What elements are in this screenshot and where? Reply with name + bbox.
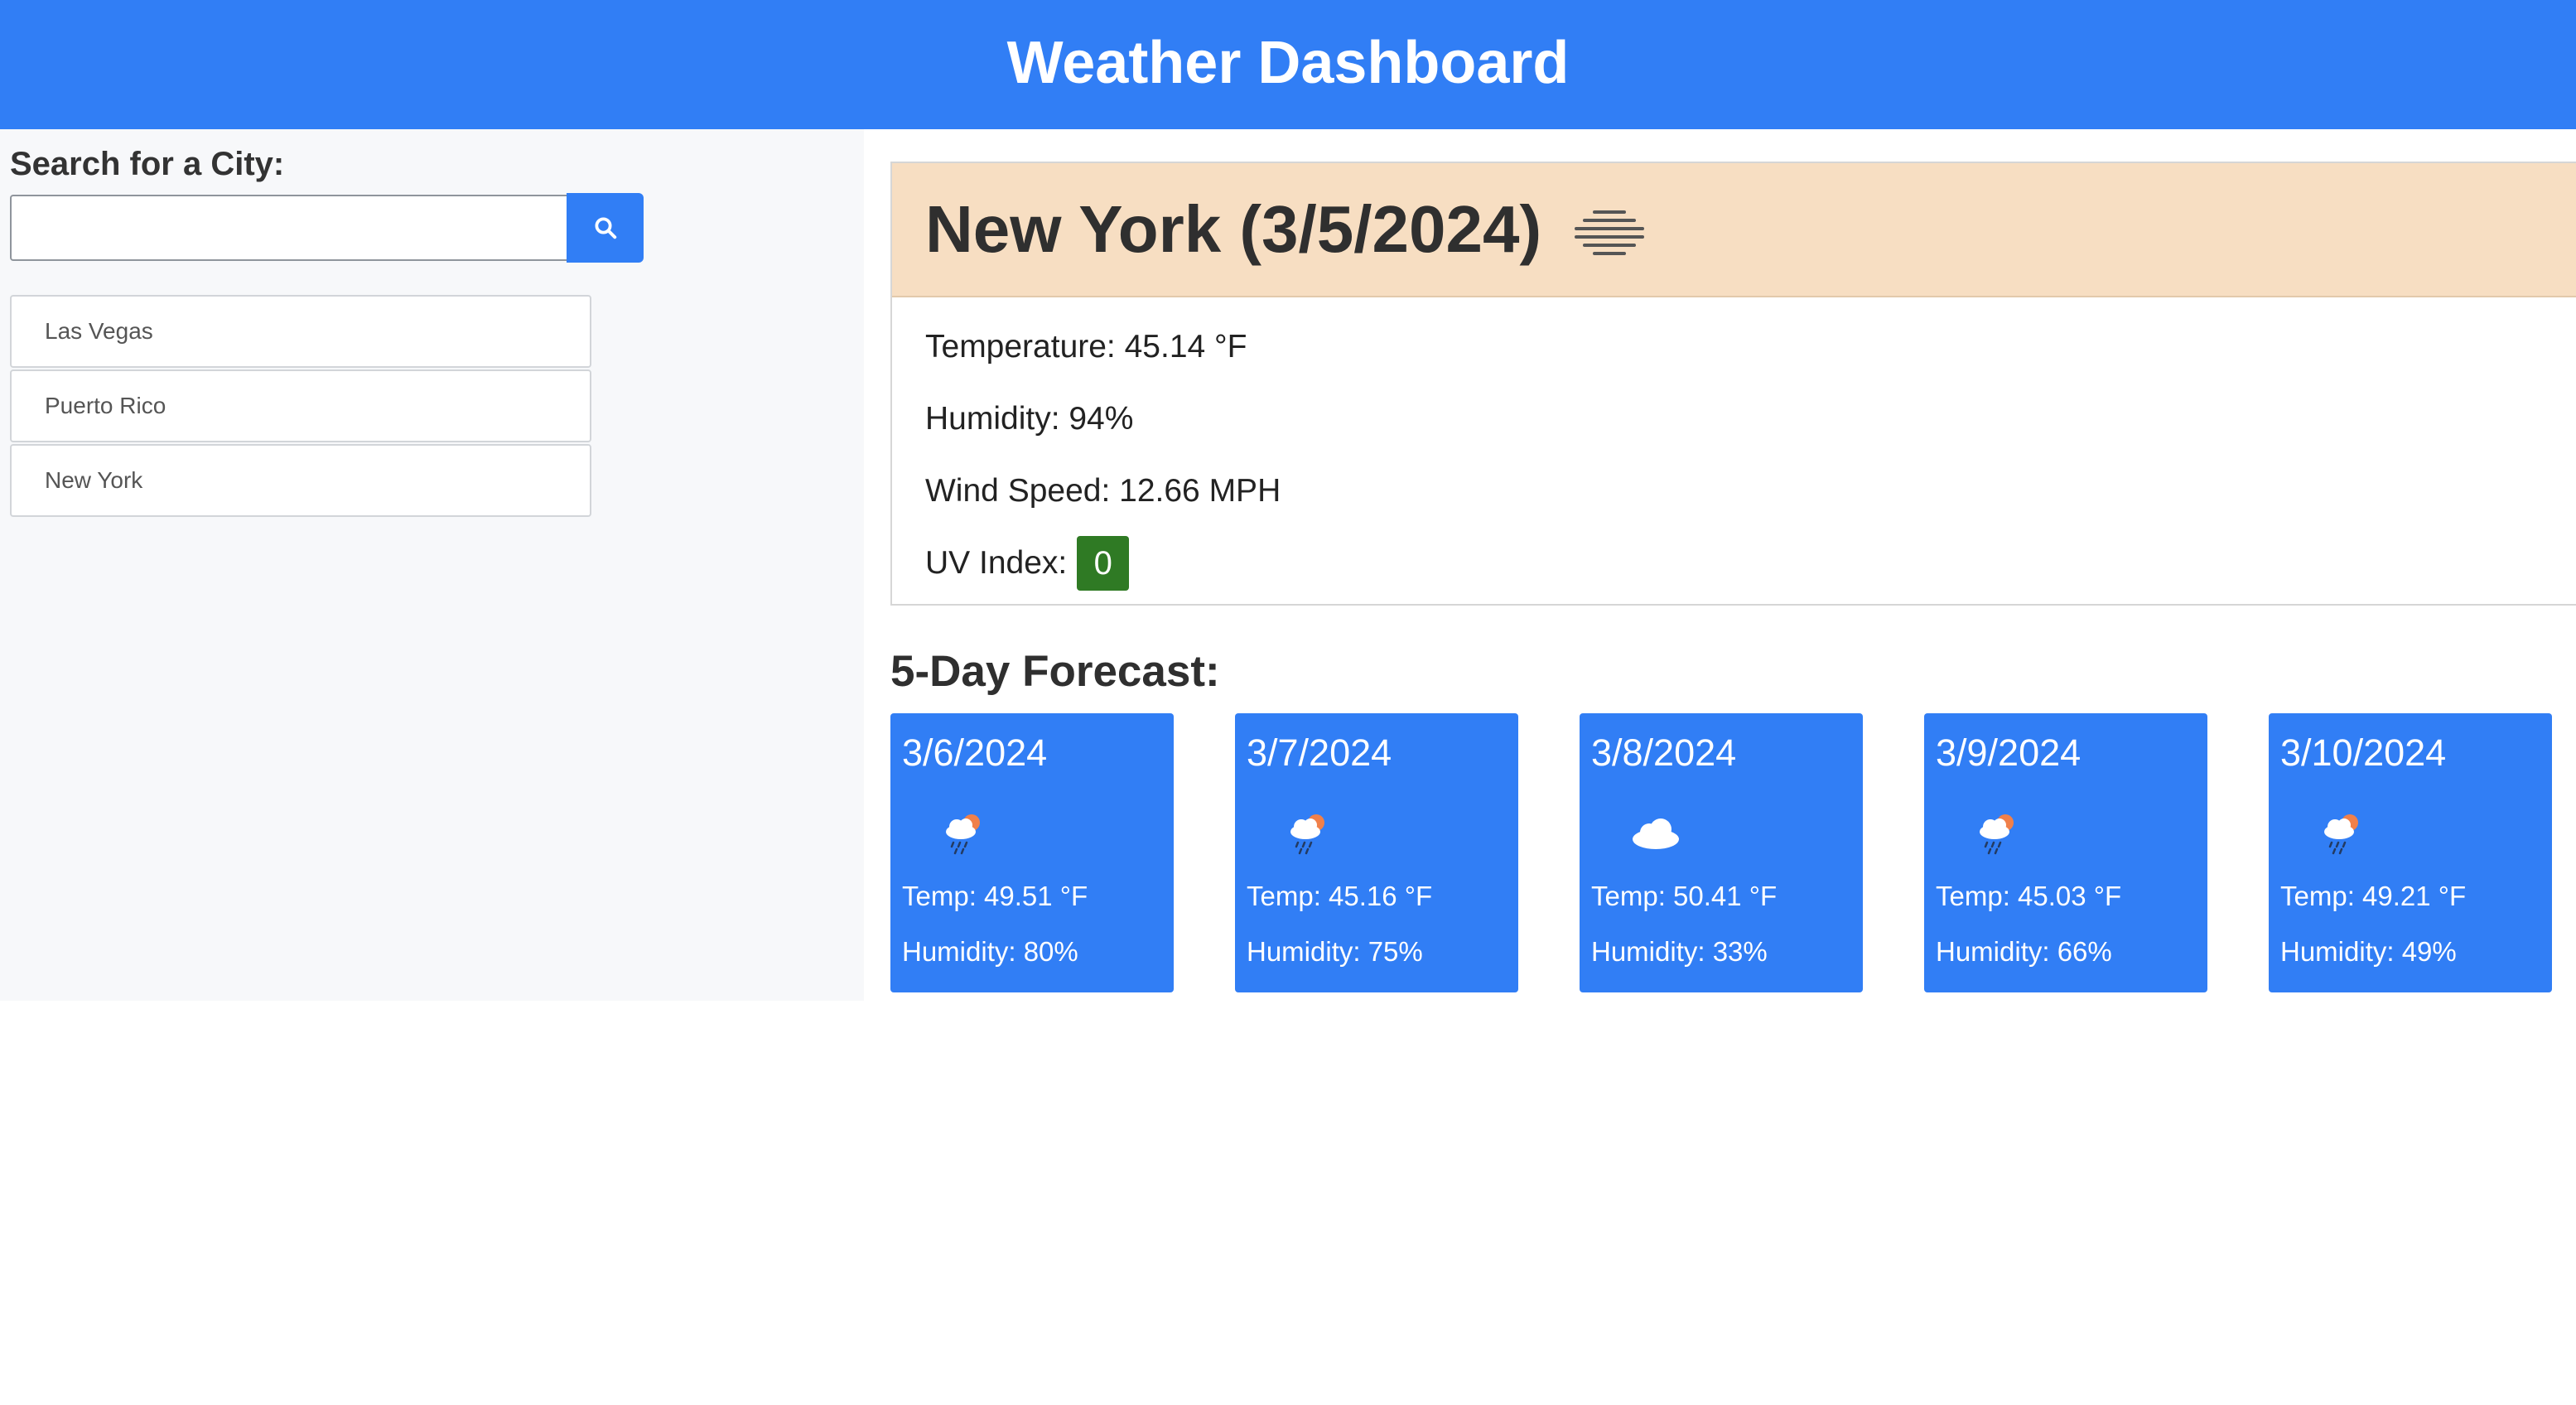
history-item-puerto-rico[interactable]: Puerto Rico bbox=[10, 369, 591, 442]
search-history-list: Las Vegas Puerto Rico New York bbox=[10, 295, 591, 519]
forecast-title: 5-Day Forecast: bbox=[890, 647, 1220, 696]
current-wind-speed: Wind Speed: 12.66 MPH bbox=[925, 473, 1281, 509]
mist-icon bbox=[1575, 210, 1645, 255]
cloud-icon bbox=[1633, 818, 1679, 849]
forecast-temp: Temp: 50.41 °F bbox=[1591, 881, 1778, 911]
rain-sun-icon bbox=[2324, 814, 2358, 855]
forecast-row: 3/6/2024 Temp: 49.51 °F Humidity: 80% 3/… bbox=[890, 713, 2576, 992]
history-item-las-vegas[interactable]: Las Vegas bbox=[10, 295, 591, 368]
forecast-temp: Temp: 49.51 °F bbox=[902, 881, 1088, 911]
forecast-date: 3/8/2024 bbox=[1591, 731, 1737, 774]
forecast-date: 3/7/2024 bbox=[1247, 731, 1392, 774]
forecast-date: 3/6/2024 bbox=[902, 731, 1048, 774]
forecast-humidity: Humidity: 49% bbox=[2280, 936, 2457, 967]
uv-index-label: UV Index: bbox=[925, 545, 1068, 581]
search-label: Search for a City: bbox=[10, 146, 285, 182]
search-button[interactable] bbox=[567, 193, 644, 263]
forecast-date: 3/10/2024 bbox=[2280, 731, 2447, 774]
search-icon bbox=[595, 217, 616, 239]
forecast-card: 3/7/2024 Temp: 45.16 °F Humidity: 75% bbox=[1235, 713, 1518, 992]
forecast-temp: Temp: 45.16 °F bbox=[1247, 881, 1433, 911]
forecast-card: 3/9/2024 Temp: 45.03 °F Humidity: 66% bbox=[1924, 713, 2207, 992]
forecast-card: 3/10/2024 Temp: 49.21 °F Humidity: 49% bbox=[2269, 713, 2552, 992]
current-city-title: New York (3/5/2024) bbox=[925, 192, 1542, 266]
forecast-temp: Temp: 49.21 °F bbox=[2280, 881, 2467, 911]
forecast-humidity: Humidity: 66% bbox=[1936, 936, 2112, 967]
forecast-card: 3/8/2024 Temp: 50.41 °F Humidity: 33% bbox=[1580, 713, 1863, 992]
search-input[interactable] bbox=[10, 195, 568, 261]
current-humidity: Humidity: 94% bbox=[925, 401, 1134, 437]
forecast-humidity: Humidity: 75% bbox=[1247, 936, 1423, 967]
forecast-temp: Temp: 45.03 °F bbox=[1936, 881, 2122, 911]
rain-sun-icon bbox=[1980, 814, 2014, 855]
forecast-humidity: Humidity: 80% bbox=[902, 936, 1078, 967]
history-item-new-york[interactable]: New York bbox=[10, 444, 591, 517]
forecast-humidity: Humidity: 33% bbox=[1591, 936, 1768, 967]
current-temperature: Temperature: 45.14 °F bbox=[925, 329, 1247, 365]
current-weather-card: New York (3/5/2024) Temperature: 45.14 °… bbox=[890, 162, 2576, 606]
uv-index-badge: 0 bbox=[1077, 536, 1130, 591]
page-title: Weather Dashboard bbox=[1006, 30, 1570, 96]
current-uv-index: UV Index: 0 bbox=[925, 536, 2543, 612]
app-header: Weather Dashboard bbox=[0, 0, 2576, 129]
forecast-card: 3/6/2024 Temp: 49.51 °F Humidity: 80% bbox=[890, 713, 1174, 992]
rain-sun-icon bbox=[1290, 814, 1324, 855]
current-weather-header: New York (3/5/2024) bbox=[892, 163, 2576, 297]
forecast-date: 3/9/2024 bbox=[1936, 731, 2082, 774]
rain-sun-icon bbox=[946, 814, 980, 855]
